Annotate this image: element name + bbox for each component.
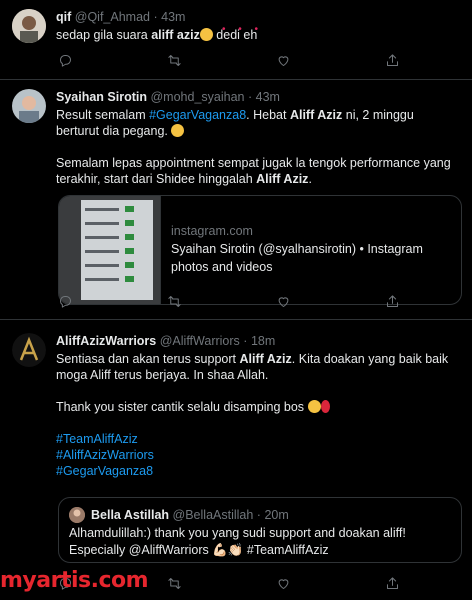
retweet-icon[interactable] [165,292,183,310]
like-icon[interactable] [274,292,292,310]
hashtag-link[interactable]: #GegarVaganza8 [56,463,460,479]
handle[interactable]: @AliffWarriors [160,334,240,348]
avatar[interactable] [12,89,46,123]
quote-header: Bella Astillah @BellaAstillah · 20m [91,507,289,523]
avatar[interactable] [12,333,46,367]
reply-icon[interactable] [56,292,74,310]
avatar[interactable] [12,9,46,43]
hashtag-link[interactable]: #GegarVaganza8 [149,108,246,122]
hashtag-list: #TeamAliffAziz #AliffAzizWarriors #Gegar… [56,431,460,479]
separator: · [247,90,253,104]
flushed-emoji-icon [199,28,213,41]
tweet-header: qif @Qif_Ahmad · 43m [56,9,460,25]
avatar [69,507,85,523]
tweet-header: Syaihan Sirotin @mohd_syaihan · 43m [56,89,460,105]
display-name[interactable]: Syaihan Sirotin [56,90,147,104]
timestamp[interactable]: 18m [251,334,275,348]
tweet-qif[interactable]: qif @Qif_Ahmad · 43m sedap gila suara al… [0,0,472,80]
watermark: myartis.com [0,568,149,593]
separator: · [153,10,158,24]
handle: @BellaAstillah [172,508,254,522]
share-icon[interactable] [383,292,401,310]
tweet-text: Result semalam #GegarVaganza8. Hebat Ali… [56,108,414,138]
quote-text: Alhamdulillah:) thank you yang sudi supp… [69,526,406,557]
card-thumbnail [59,196,161,304]
tweet-text-paragraph: Semalam lepas appointment sempat jugak l… [56,156,451,186]
grin-emoji-icon [171,124,185,137]
card-title: Syaihan Sirotin (@syalhansirotin) • Inst… [171,242,423,274]
handle[interactable]: @Qif_Ahmad [75,10,150,24]
quoted-tweet[interactable]: Bella Astillah @BellaAstillah · 20m Alha… [58,497,462,563]
handle[interactable]: @mohd_syaihan [150,90,244,104]
rose-icon [320,400,330,413]
like-icon[interactable] [274,574,292,592]
tweet-header: AliffAzizWarriors @AliffWarriors · 18m [56,333,460,349]
reply-icon[interactable] [56,51,74,69]
display-name: Bella Astillah [91,508,170,522]
separator: · [256,508,261,522]
tweet-aliffazizwarriors[interactable]: AliffAzizWarriors @AliffWarriors · 18m S… [0,320,472,600]
tweet-actions [56,51,401,69]
like-icon[interactable] [274,51,292,69]
timestamp: 20m [264,508,289,522]
card-domain: instagram.com [171,224,253,238]
display-name[interactable]: AliffAzizWarriors [56,334,156,348]
tweet-syaihan[interactable]: Syaihan Sirotin @mohd_syaihan · 43m Resu… [0,80,472,320]
separator: · [243,334,248,348]
hashtag-link[interactable]: #TeamAliffAziz [56,431,460,447]
timestamp[interactable]: 43m [161,10,185,24]
link-preview-card[interactable]: instagram.com Syaihan Sirotin (@syalhans… [58,195,462,305]
tweet-text: Sentiasa dan akan terus support Aliff Az… [56,352,449,382]
tweet-actions [56,292,401,310]
retweet-icon[interactable] [165,51,183,69]
kiss-emoji-icon [307,400,321,413]
share-icon[interactable] [383,574,401,592]
timestamp[interactable]: 43m [256,90,280,104]
more-indicator: • • • [222,24,264,35]
hashtag-link[interactable]: #AliffAzizWarriors [56,447,460,463]
display-name[interactable]: qif [56,10,71,24]
tweet-text-paragraph: Thank you sister cantik selalu disamping… [56,399,460,415]
retweet-icon[interactable] [165,574,183,592]
share-icon[interactable] [383,51,401,69]
